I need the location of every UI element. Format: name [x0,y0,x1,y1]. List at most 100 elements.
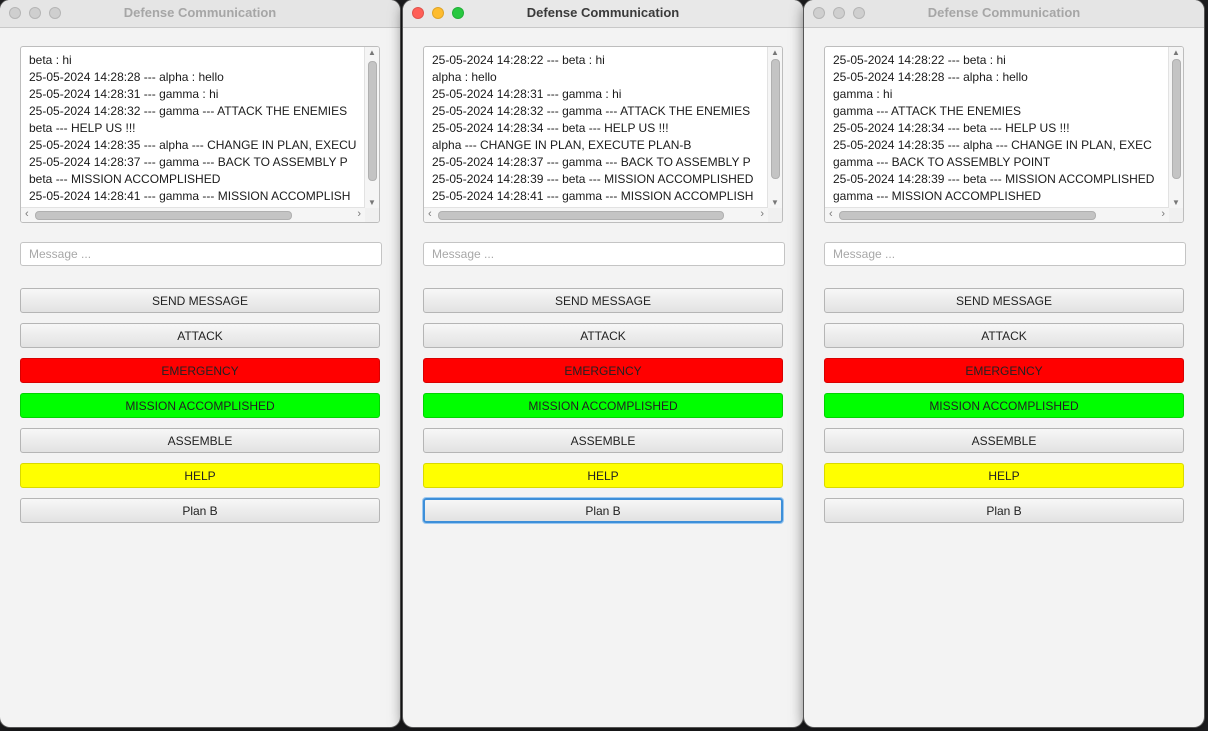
log-line: 25-05-2024 14:28:32 --- gamma --- ATTACK… [432,104,751,118]
vertical-scroll-thumb[interactable] [1172,59,1181,179]
horizontal-scrollbar[interactable]: ‹ › [21,207,365,222]
message-log-lines: beta : hi 25-05-2024 14:28:28 --- alpha … [29,52,364,205]
message-input[interactable] [423,242,785,266]
mission-accomplished-button[interactable]: MISSION ACCOMPLISHED [20,393,380,418]
message-input[interactable] [20,242,382,266]
vertical-scrollbar[interactable]: ▲ ▼ [1168,47,1183,208]
log-line: gamma --- ATTACK THE ENEMIES [833,104,1022,118]
log-line: gamma : hi [833,87,893,101]
log-line: 25-05-2024 14:28:34 --- beta --- HELP US… [432,121,669,135]
log-line: 25-05-2024 14:28:37 --- gamma --- BACK T… [29,155,348,169]
message-input[interactable] [824,242,1186,266]
log-line: 25-05-2024 14:28:34 --- beta --- HELP US… [833,121,1070,135]
attack-button[interactable]: ATTACK [824,323,1184,348]
emergency-button[interactable]: EMERGENCY [824,358,1184,383]
send-message-button[interactable]: SEND MESSAGE [423,288,783,313]
message-log-lines: 25-05-2024 14:28:22 --- beta : hi 25-05-… [833,52,1168,205]
help-button[interactable]: HELP [824,463,1184,488]
log-line: beta --- HELP US !!! [29,121,136,135]
scroll-up-icon[interactable]: ▲ [368,48,376,57]
close-window-icon[interactable] [813,7,825,19]
message-log[interactable]: 25-05-2024 14:28:22 --- beta : hi alpha … [423,46,783,223]
assemble-button[interactable]: ASSEMBLE [20,428,380,453]
log-line: 25-05-2024 14:28:41 --- gamma --- MISSIO… [29,189,351,203]
plan-b-button[interactable]: Plan B [423,498,783,523]
message-log[interactable]: beta : hi 25-05-2024 14:28:28 --- alpha … [20,46,380,223]
emergency-button[interactable]: EMERGENCY [20,358,380,383]
log-line: 25-05-2024 14:28:31 --- gamma : hi [29,87,219,101]
chat-window-gamma: Defense Communication 25-05-2024 14:28:2… [804,0,1204,727]
message-log[interactable]: 25-05-2024 14:28:22 --- beta : hi 25-05-… [824,46,1184,223]
assemble-button[interactable]: ASSEMBLE [824,428,1184,453]
log-line: 25-05-2024 14:28:22 --- beta : hi [833,53,1006,67]
chat-window-alpha: Defense Communication beta : hi 25-05-20… [0,0,400,727]
log-line: 25-05-2024 14:28:35 --- alpha --- CHANGE… [833,138,1152,152]
horizontal-scroll-thumb[interactable] [438,211,724,220]
plan-b-button[interactable]: Plan B [824,498,1184,523]
title-bar[interactable]: Defense Communication [403,0,803,28]
scroll-right-icon[interactable]: › [1161,208,1165,221]
log-line: alpha : hello [432,70,497,84]
emergency-button[interactable]: EMERGENCY [423,358,783,383]
log-line: gamma --- MISSION ACCOMPLISHED [833,189,1042,203]
help-button[interactable]: HELP [20,463,380,488]
scroll-up-icon[interactable]: ▲ [771,48,779,57]
close-window-icon[interactable] [9,7,21,19]
scroll-right-icon[interactable]: › [760,208,764,221]
log-line: beta --- MISSION ACCOMPLISHED [29,172,221,186]
log-line: 25-05-2024 14:28:37 --- gamma --- BACK T… [432,155,751,169]
window-title: Defense Communication [927,5,1081,20]
scroll-corner [1169,208,1183,222]
log-line: 25-05-2024 14:28:31 --- gamma : hi [432,87,622,101]
log-line: beta : hi [29,53,72,67]
minimize-window-icon[interactable] [432,7,444,19]
vertical-scrollbar[interactable]: ▲ ▼ [364,47,379,208]
vertical-scroll-thumb[interactable] [771,59,780,179]
log-line: 25-05-2024 14:28:32 --- gamma --- ATTACK… [29,104,348,118]
scroll-corner [768,208,782,222]
message-log-lines: 25-05-2024 14:28:22 --- beta : hi alpha … [432,52,767,205]
scroll-down-icon[interactable]: ▼ [1172,198,1180,207]
send-message-button[interactable]: SEND MESSAGE [20,288,380,313]
log-line: 25-05-2024 14:28:39 --- beta --- MISSION… [432,172,754,186]
attack-button[interactable]: ATTACK [423,323,783,348]
close-window-icon[interactable] [412,7,424,19]
vertical-scroll-thumb[interactable] [368,61,377,181]
title-bar[interactable]: Defense Communication [0,0,400,28]
zoom-window-icon[interactable] [452,7,464,19]
log-line: 25-05-2024 14:28:28 --- alpha : hello [29,70,224,84]
log-line: 25-05-2024 14:28:28 --- alpha : hello [833,70,1028,84]
log-line: 25-05-2024 14:28:35 --- alpha --- CHANGE… [29,138,357,152]
title-bar[interactable]: Defense Communication [804,0,1204,28]
attack-button[interactable]: ATTACK [20,323,380,348]
scroll-right-icon[interactable]: › [357,208,361,221]
help-button[interactable]: HELP [423,463,783,488]
horizontal-scroll-thumb[interactable] [35,211,292,220]
zoom-window-icon[interactable] [853,7,865,19]
minimize-window-icon[interactable] [833,7,845,19]
scroll-left-icon[interactable]: ‹ [25,208,29,221]
mission-accomplished-button[interactable]: MISSION ACCOMPLISHED [423,393,783,418]
scroll-corner [365,208,379,222]
plan-b-button[interactable]: Plan B [20,498,380,523]
chat-window-beta: Defense Communication 25-05-2024 14:28:2… [403,0,803,727]
window-title: Defense Communication [526,5,680,20]
scroll-up-icon[interactable]: ▲ [1172,48,1180,57]
log-line: 25-05-2024 14:28:22 --- beta : hi [432,53,605,67]
minimize-window-icon[interactable] [29,7,41,19]
assemble-button[interactable]: ASSEMBLE [423,428,783,453]
log-line: 25-05-2024 14:28:39 --- beta --- MISSION… [833,172,1155,186]
horizontal-scrollbar[interactable]: ‹ › [825,207,1169,222]
vertical-scrollbar[interactable]: ▲ ▼ [767,47,782,208]
send-message-button[interactable]: SEND MESSAGE [824,288,1184,313]
log-line: gamma --- BACK TO ASSEMBLY POINT [833,155,1051,169]
scroll-down-icon[interactable]: ▼ [771,198,779,207]
horizontal-scroll-thumb[interactable] [839,211,1096,220]
mission-accomplished-button[interactable]: MISSION ACCOMPLISHED [824,393,1184,418]
scroll-down-icon[interactable]: ▼ [368,198,376,207]
scroll-left-icon[interactable]: ‹ [428,208,432,221]
horizontal-scrollbar[interactable]: ‹ › [424,207,768,222]
log-line: 25-05-2024 14:28:41 --- gamma --- MISSIO… [432,189,754,203]
scroll-left-icon[interactable]: ‹ [829,208,833,221]
zoom-window-icon[interactable] [49,7,61,19]
